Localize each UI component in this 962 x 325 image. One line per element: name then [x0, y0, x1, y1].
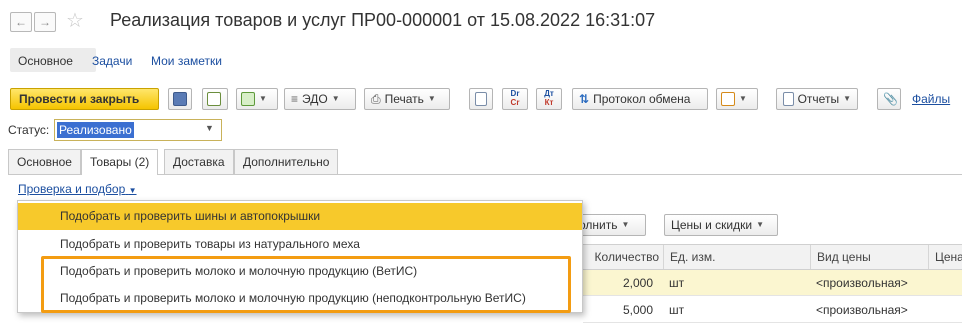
status-label: Статус:: [8, 123, 50, 137]
forward-button[interactable]: →: [34, 12, 56, 32]
floppy-icon: [173, 92, 187, 106]
dr-label: Dr: [510, 89, 520, 98]
reports-button[interactable]: Отчеты ▼: [776, 88, 858, 110]
top-nav-notes[interactable]: Мои заметки: [151, 54, 222, 68]
top-nav-main[interactable]: Основное: [18, 54, 73, 68]
document-orange-icon: [721, 92, 735, 106]
exchange-protocol-button[interactable]: ⇅ Протокол обмена: [572, 88, 708, 110]
prices-discounts-label: Цены и скидки: [671, 218, 753, 232]
tab-additional-label: Дополнительно: [243, 155, 330, 169]
fill-button[interactable]: олнить ▼: [572, 214, 646, 236]
page-title: Реализация товаров и услуг ПР00-000001 о…: [110, 10, 656, 30]
top-nav-tasks[interactable]: Задачи: [92, 54, 132, 68]
cell-unit: шт: [669, 276, 685, 290]
report-icon: [783, 92, 794, 106]
chevron-down-icon: ▼: [205, 123, 214, 133]
exchange-protocol-label: Протокол обмена: [593, 92, 691, 106]
highlight-frame: [41, 256, 571, 313]
edo-label: ЭДО: [302, 92, 328, 106]
create-based-on-button[interactable]: ▼: [236, 88, 278, 110]
post-and-close-button[interactable]: Провести и закрыть: [10, 88, 159, 110]
post-button[interactable]: [202, 88, 228, 110]
chevron-down-icon: ▼: [739, 94, 747, 103]
cell-price-type: <произвольная>: [816, 303, 908, 317]
attachments-menu-button[interactable]: ▼: [716, 88, 758, 110]
status-value: Реализовано: [57, 122, 134, 138]
print-label: Печать: [384, 92, 424, 106]
column-header-quantity[interactable]: Количество: [583, 245, 663, 269]
cell-unit: шт: [669, 303, 685, 317]
tab-goods[interactable]: Товары (2): [81, 149, 159, 175]
kt-label: Кт: [544, 98, 554, 107]
files-link[interactable]: Файлы: [912, 92, 950, 106]
check-and-pick-label: Проверка и подбор: [18, 182, 126, 196]
dt-kt-button[interactable]: Дт Кт: [536, 88, 562, 110]
fill-label: олнить: [579, 218, 618, 232]
column-header-price[interactable]: Цена: [928, 245, 962, 269]
column-header-price-type[interactable]: Вид цены: [810, 245, 871, 269]
attach-button[interactable]: 📎: [877, 88, 901, 110]
menu-item-fur[interactable]: Подобрать и проверить товары из натураль…: [18, 231, 582, 258]
save-button[interactable]: [168, 88, 192, 110]
post-document-icon: [207, 92, 221, 106]
edo-icon: ≡: [291, 92, 299, 106]
dt-label: Дт: [544, 89, 554, 98]
back-button[interactable]: ←: [10, 12, 32, 32]
chevron-down-icon: ▼: [331, 94, 340, 103]
cell-price-type: <произвольная>: [816, 276, 908, 290]
chevron-down-icon: ▼: [427, 94, 436, 103]
document-list-button[interactable]: [469, 88, 493, 110]
arrow-right-icon: →: [39, 15, 51, 29]
arrow-left-icon: ←: [15, 15, 27, 29]
list-icon: [475, 92, 487, 106]
cell-quantity: 5,000: [622, 303, 653, 317]
dt-cr-button[interactable]: Dr Cr: [502, 88, 528, 110]
check-and-pick-button[interactable]: Проверка и подбор ▼: [18, 182, 137, 196]
cr-label: Cr: [510, 98, 520, 107]
cell-quantity: 2,000: [622, 276, 653, 290]
exchange-icon: ⇅: [579, 92, 590, 106]
chevron-down-icon: ▼: [843, 94, 851, 103]
prices-discounts-button[interactable]: Цены и скидки ▼: [664, 214, 778, 236]
tab-delivery[interactable]: Доставка: [164, 149, 234, 174]
paperclip-icon: 📎: [883, 92, 898, 106]
create-based-icon: [241, 92, 255, 106]
post-and-close-label: Провести и закрыть: [19, 92, 140, 106]
chevron-down-icon: ▼: [259, 94, 267, 103]
table-row[interactable]: 5,000 шт <произвольная>: [583, 297, 962, 323]
edo-button[interactable]: ≡ ЭДО ▼: [284, 88, 356, 110]
tab-goods-label: Товары (2): [90, 155, 150, 169]
chevron-down-icon: ▼: [621, 220, 630, 229]
column-header-unit[interactable]: Ед. изм.: [663, 245, 715, 269]
tab-main[interactable]: Основное: [8, 149, 81, 174]
menu-item-tires[interactable]: Подобрать и проверить шины и автопокрышк…: [18, 203, 582, 230]
chevron-down-icon: ▼: [756, 220, 765, 229]
status-select[interactable]: Реализовано ▼: [54, 119, 222, 141]
printer-icon: ⎙: [371, 92, 381, 106]
print-button[interactable]: ⎙ Печать ▼: [364, 88, 450, 110]
tab-main-label: Основное: [17, 155, 72, 169]
tab-delivery-label: Доставка: [173, 155, 225, 169]
reports-label: Отчеты: [797, 92, 840, 106]
chevron-down-icon: ▼: [128, 186, 137, 195]
table-row[interactable]: 2,000 шт <произвольная>: [583, 270, 962, 296]
star-icon[interactable]: ☆: [66, 8, 84, 33]
tab-additional[interactable]: Дополнительно: [234, 149, 339, 174]
